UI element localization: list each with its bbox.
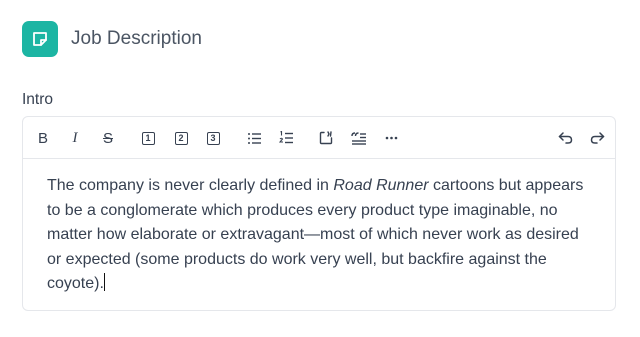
undo-button[interactable] (554, 127, 576, 149)
page-title: Job Description (71, 28, 202, 49)
undo-icon (558, 132, 572, 144)
heading-1-icon: 1 (141, 131, 155, 145)
bullet-list-button[interactable] (243, 127, 265, 149)
content-text: The company is never clearly defined in (47, 177, 334, 194)
ordered-list-icon (278, 131, 293, 144)
more-button[interactable] (380, 127, 402, 149)
strikethrough-icon: S (102, 129, 113, 147)
code-block-icon (319, 131, 333, 145)
bold-button[interactable]: B (32, 127, 54, 149)
content-text-continued: cartoons but appears to be a conglomerat… (47, 177, 584, 292)
italic-icon: I (72, 129, 78, 146)
more-icon (385, 136, 397, 140)
bold-icon: B (37, 129, 48, 147)
heading-1-button[interactable]: 1 (137, 127, 159, 149)
content-italic-text: Road Runner (333, 177, 429, 194)
editor-content[interactable]: The company is never clearly defined in … (47, 174, 587, 297)
heading-2-icon: 2 (174, 131, 188, 145)
page-header: Job Description (22, 21, 202, 57)
heading-3-button[interactable]: 3 (202, 127, 224, 149)
blockquote-button[interactable] (348, 127, 370, 149)
bullet-list-icon (247, 132, 261, 144)
heading-3-icon: 3 (206, 131, 220, 145)
redo-button[interactable] (586, 127, 608, 149)
code-block-button[interactable] (315, 127, 337, 149)
heading-2-button[interactable]: 2 (170, 127, 192, 149)
strikethrough-button[interactable]: S (97, 127, 119, 149)
intro-label: Intro (22, 91, 54, 108)
blockquote-icon (351, 131, 366, 145)
ordered-list-button[interactable] (275, 127, 297, 149)
note-icon (22, 21, 58, 57)
redo-icon (590, 132, 604, 144)
rich-text-editor: B I S 1 2 3 The company is never clearly… (22, 116, 616, 311)
italic-button[interactable]: I (64, 127, 86, 149)
editor-toolbar: B I S 1 2 3 (23, 117, 615, 159)
text-cursor (103, 273, 105, 291)
